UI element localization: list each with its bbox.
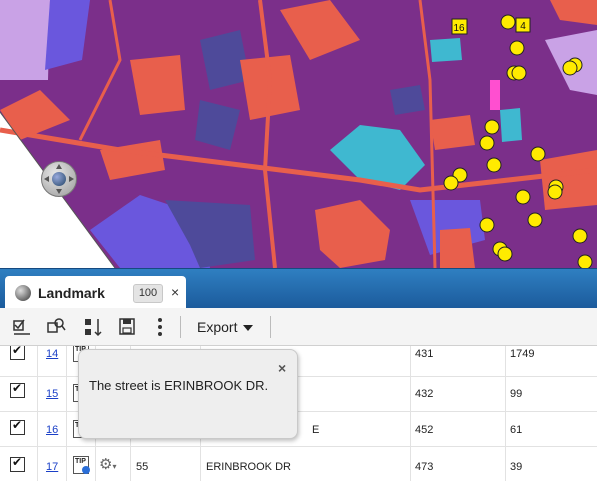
save-icon bbox=[119, 318, 135, 335]
row-id-link[interactable]: 16 bbox=[46, 424, 58, 436]
row-id-link[interactable]: 17 bbox=[46, 461, 58, 473]
pan-left-icon[interactable] bbox=[44, 176, 49, 182]
toolbar-divider bbox=[180, 316, 181, 338]
gear-icon[interactable]: ⚙▾ bbox=[99, 455, 116, 473]
tab-label: Landmark bbox=[38, 285, 105, 301]
map-view[interactable]: 16 4 bbox=[0, 0, 597, 268]
pan-right-icon[interactable] bbox=[69, 176, 74, 182]
globe-icon[interactable] bbox=[52, 172, 66, 186]
tooltip-message: The street is ERINBROOK DR. bbox=[89, 378, 269, 393]
more-options-button[interactable] bbox=[150, 317, 170, 337]
value-b-cell: 1749 bbox=[510, 348, 535, 360]
checkbox-cell bbox=[0, 377, 38, 411]
value-a-cell: 431 bbox=[410, 346, 506, 376]
select-all-button[interactable] bbox=[12, 317, 32, 337]
row-id-link[interactable]: 14 bbox=[46, 348, 58, 360]
pan-down-icon[interactable] bbox=[56, 189, 62, 194]
value-b-cell: 39 bbox=[510, 461, 523, 473]
export-dropdown[interactable]: Export bbox=[190, 316, 254, 338]
action-cell: ⚙▾ bbox=[95, 447, 131, 481]
row-checkbox[interactable] bbox=[10, 381, 25, 398]
export-label: Export bbox=[197, 319, 238, 335]
value-b-cell: 61 bbox=[510, 424, 523, 436]
value-b-cell: 99 bbox=[510, 388, 523, 400]
tab-landmark[interactable]: Landmark 100 × bbox=[5, 276, 186, 309]
save-button[interactable] bbox=[118, 317, 138, 337]
value-a-cell: 473 bbox=[410, 447, 506, 481]
table-row[interactable]: 17 TIP ⚙▾ 55 ERINBROOK DR 473 39 bbox=[0, 447, 597, 481]
caret-down-icon bbox=[243, 325, 254, 332]
id-cell: 14 bbox=[37, 346, 67, 376]
map-cluster-label: 4 bbox=[520, 21, 526, 32]
map-pan-control[interactable] bbox=[41, 161, 77, 197]
street-cell: ERINBROOK DR bbox=[200, 447, 411, 481]
select-zoom-icon bbox=[47, 318, 66, 333]
icon-cell: TIP bbox=[66, 447, 96, 481]
value-a-cell: 432 bbox=[410, 377, 506, 411]
street-tooltip: × The street is ERINBROOK DR. bbox=[78, 349, 298, 439]
layer-icon bbox=[15, 285, 31, 301]
row-id-link[interactable]: 15 bbox=[46, 388, 58, 400]
toolbar-divider bbox=[270, 316, 271, 338]
row-checkbox[interactable] bbox=[10, 418, 25, 435]
number-cell: 55 bbox=[130, 447, 201, 481]
tab-count-badge: 100 bbox=[133, 284, 163, 303]
checkbox-cell bbox=[0, 412, 38, 446]
zoom-to-selected-button[interactable] bbox=[46, 317, 66, 337]
sort-icon bbox=[85, 319, 102, 337]
row-checkbox[interactable] bbox=[10, 346, 25, 360]
id-cell: 16 bbox=[37, 412, 67, 446]
id-cell: 15 bbox=[37, 377, 67, 411]
row-checkbox[interactable] bbox=[10, 455, 25, 472]
map-cluster-label: 16 bbox=[453, 23, 465, 34]
sort-button[interactable] bbox=[83, 317, 103, 337]
document-icon[interactable]: TIP bbox=[73, 456, 90, 474]
pan-up-icon[interactable] bbox=[56, 164, 62, 169]
tab-bar: Landmark 100 × bbox=[0, 268, 597, 309]
toolbar: Export bbox=[0, 308, 597, 346]
close-tab-icon[interactable]: × bbox=[171, 284, 179, 300]
more-vertical-icon bbox=[158, 318, 162, 336]
checklist-icon bbox=[13, 319, 30, 335]
checkbox-cell bbox=[0, 346, 38, 376]
close-icon[interactable]: × bbox=[278, 360, 286, 376]
value-a-cell: 452 bbox=[410, 412, 506, 446]
id-cell: 17 bbox=[37, 447, 67, 481]
checkbox-cell bbox=[0, 447, 38, 481]
